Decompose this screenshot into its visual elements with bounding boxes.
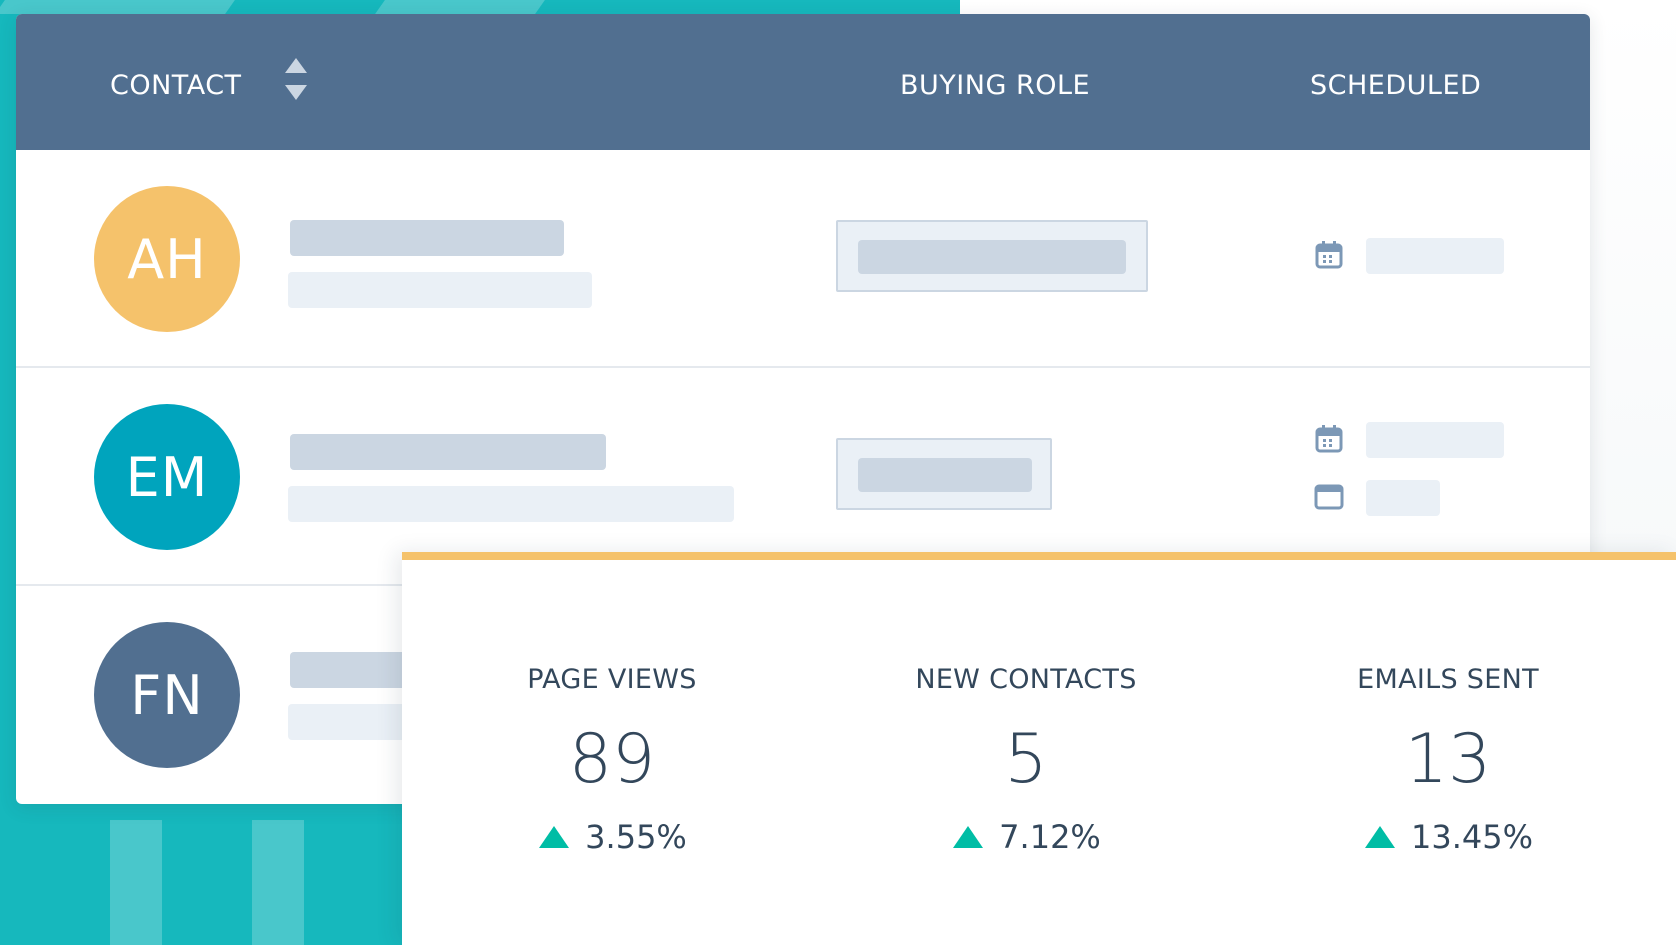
sort-icon[interactable] (284, 56, 308, 102)
avatar[interactable]: EM (94, 404, 240, 550)
stat-change-value: 3.55% (585, 818, 687, 856)
trend-up-icon (1364, 826, 1395, 848)
trend-up-icon (539, 826, 570, 848)
stat-value: 13 (1404, 720, 1492, 799)
contact-detail-placeholder (288, 486, 734, 522)
scheduled-detail-placeholder (1366, 480, 1440, 516)
stat-value: 5 (1004, 720, 1048, 799)
stat-change-value: 7.12% (999, 818, 1101, 856)
avatar[interactable]: AH (94, 186, 240, 332)
avatar[interactable]: FN (94, 622, 240, 768)
stat-title: NEW CONTACTS (915, 664, 1137, 695)
calendar-icon (1315, 241, 1343, 269)
stat-title: PAGE VIEWS (527, 664, 697, 695)
buying-role-placeholder (858, 240, 1126, 274)
buying-role-select[interactable] (836, 438, 1052, 510)
column-header-buying-role[interactable]: BUYING ROLE (900, 70, 1090, 101)
buying-role-placeholder (858, 458, 1032, 492)
background-stripe (0, 0, 235, 14)
scheduled-date-placeholder (1366, 422, 1504, 458)
stat-value: 89 (568, 720, 656, 799)
scheduled-date-placeholder (1366, 238, 1504, 274)
stat-title: EMAILS SENT (1357, 664, 1539, 695)
table-header: CONTACT BUYING ROLE SCHEDULED (16, 14, 1590, 150)
stat-change: 13.45% (1238, 818, 1658, 856)
table-row[interactable]: AH (16, 150, 1590, 368)
column-header-contact[interactable]: CONTACT (110, 70, 242, 101)
stat-change-value: 13.45% (1410, 818, 1533, 856)
stats-card: PAGE VIEWS 89 3.55% NEW CONTACTS 5 7.12%… (402, 552, 1676, 945)
contact-name-placeholder (290, 434, 606, 470)
email-icon (1314, 484, 1344, 510)
stat-change: 7.12% (816, 818, 1236, 856)
background-stripe (110, 820, 162, 945)
contact-detail-placeholder (288, 272, 592, 308)
buying-role-select[interactable] (836, 220, 1148, 292)
stat-change: 3.55% (402, 818, 822, 856)
trend-up-icon (953, 826, 984, 848)
calendar-icon (1315, 425, 1343, 453)
contact-name-placeholder (290, 220, 564, 256)
background-stripe (375, 0, 545, 14)
column-header-scheduled[interactable]: SCHEDULED (1310, 70, 1481, 101)
background-stripe (252, 820, 304, 945)
